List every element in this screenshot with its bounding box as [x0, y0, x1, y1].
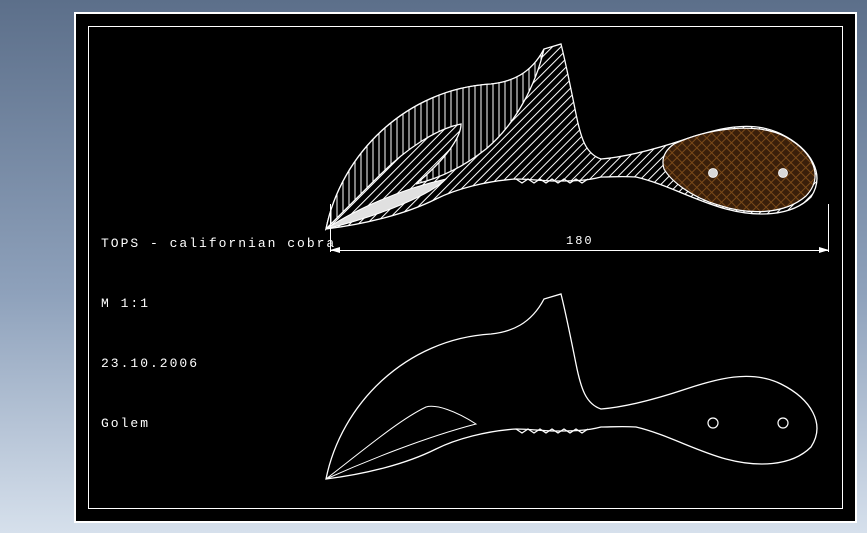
- dim-baseline: [330, 250, 829, 251]
- knife-outline: [326, 294, 817, 479]
- rivet-hole-2: [778, 418, 788, 428]
- knife-bottom-view: [286, 279, 846, 509]
- drawing-frame: TOPS - californian cobra M 1:1 23.10.200…: [74, 12, 857, 523]
- dim-arrow-left-icon: [330, 247, 340, 253]
- knife-top-view: [286, 29, 846, 259]
- dim-extent-right: [828, 204, 829, 252]
- rivet-1-top: [709, 169, 718, 178]
- dim-extent-left: [330, 204, 331, 252]
- rivet-hole-1: [708, 418, 718, 428]
- dim-arrow-right-icon: [819, 247, 829, 253]
- app-background: TOPS - californian cobra M 1:1 23.10.200…: [0, 0, 867, 533]
- dim-length-label: 180: [566, 234, 594, 248]
- knife-handle-scale: [663, 128, 815, 211]
- rivet-2-top: [779, 169, 788, 178]
- knife-grind-line: [326, 406, 476, 479]
